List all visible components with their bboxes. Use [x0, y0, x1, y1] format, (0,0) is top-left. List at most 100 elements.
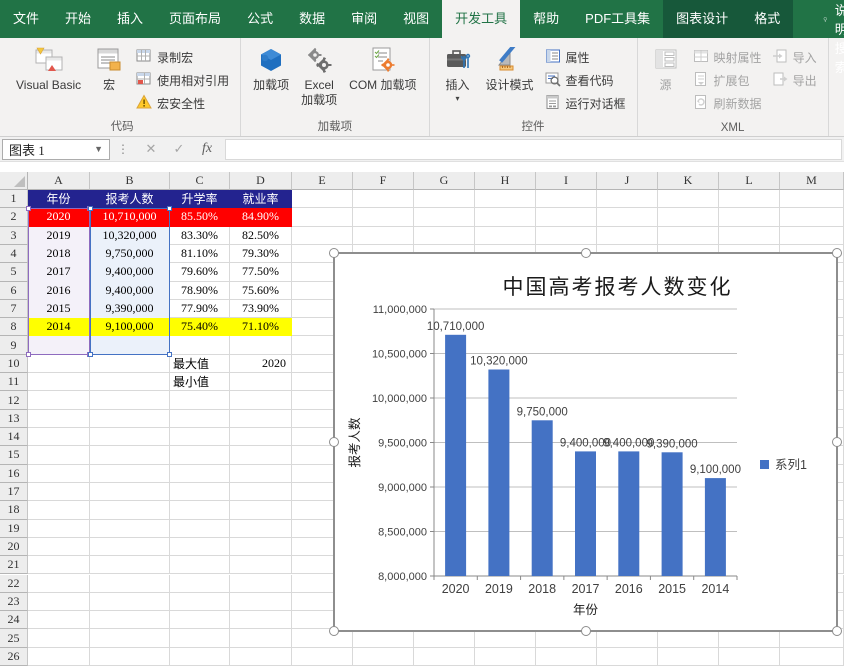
cell-F2[interactable]: [353, 208, 414, 226]
cell-H1[interactable]: [475, 190, 536, 208]
ribbon-tab-PDF工具集[interactable]: PDF工具集: [572, 0, 663, 38]
cell-A1[interactable]: 年份: [28, 190, 90, 208]
cell-A5[interactable]: 2017: [28, 263, 90, 281]
name-box-dropdown-icon[interactable]: ▼: [94, 144, 103, 154]
row-header-25[interactable]: 25: [0, 629, 28, 647]
properties-button[interactable]: 属性: [542, 47, 629, 67]
row-header-21[interactable]: 21: [0, 556, 28, 574]
row-header-22[interactable]: 22: [0, 575, 28, 593]
cell-G3[interactable]: [414, 227, 475, 245]
visual-basic-button[interactable]: Visual Basic: [11, 41, 86, 95]
tell-me-search[interactable]: 操作说明搜索: [813, 0, 844, 38]
col-header-B[interactable]: B: [90, 172, 170, 190]
row-header-1[interactable]: 1: [0, 190, 28, 208]
cell-D22[interactable]: [230, 575, 292, 593]
cell-L26[interactable]: [719, 648, 780, 666]
addins-button[interactable]: 加载项: [248, 41, 294, 95]
y-axis-title[interactable]: 报考人数: [347, 417, 362, 468]
com-addins-button[interactable]: COM 加载项: [344, 41, 421, 95]
cell-D4[interactable]: 79.30%: [230, 245, 292, 263]
cell-H26[interactable]: [475, 648, 536, 666]
insert-function-icon[interactable]: fx: [193, 141, 221, 157]
cell-M2[interactable]: [780, 208, 844, 226]
run-dialog-button[interactable]: 运行对话框: [542, 93, 629, 113]
row-header-16[interactable]: 16: [0, 465, 28, 483]
cell-A6[interactable]: 2016: [28, 282, 90, 300]
x-axis-title[interactable]: 年份: [573, 603, 599, 617]
formula-input[interactable]: [225, 139, 842, 160]
ribbon-tab-插入[interactable]: 插入: [104, 0, 156, 38]
cell-B4[interactable]: 9,750,000: [90, 245, 170, 263]
cell-K3[interactable]: [658, 227, 719, 245]
cell-D18[interactable]: [230, 501, 292, 519]
relative-references-button[interactable]: 使用相对引用: [133, 70, 232, 90]
cell-C8[interactable]: 75.40%: [170, 318, 230, 336]
cell-A14[interactable]: [28, 428, 90, 446]
cell-A18[interactable]: [28, 501, 90, 519]
cell-J2[interactable]: [597, 208, 658, 226]
design-mode-button[interactable]: 设计模式: [481, 41, 539, 95]
cell-A15[interactable]: [28, 446, 90, 464]
record-macro-button[interactable]: 录制宏: [133, 47, 232, 67]
col-header-C[interactable]: C: [170, 172, 230, 190]
row-header-8[interactable]: 8: [0, 318, 28, 336]
col-header-K[interactable]: K: [658, 172, 719, 190]
cell-F26[interactable]: [353, 648, 414, 666]
cell-A3[interactable]: 2019: [28, 227, 90, 245]
cell-C19[interactable]: [170, 520, 230, 538]
cell-B19[interactable]: [90, 520, 170, 538]
chart-resize-handle[interactable]: [581, 626, 591, 636]
row-header-14[interactable]: 14: [0, 428, 28, 446]
row-header-24[interactable]: 24: [0, 611, 28, 629]
chart-resize-handle[interactable]: [581, 248, 591, 258]
data-label-2014[interactable]: 9,100,000: [690, 464, 741, 476]
ribbon-tab-图表设计[interactable]: 图表设计: [663, 0, 741, 38]
cell-C14[interactable]: [170, 428, 230, 446]
cell-C17[interactable]: [170, 483, 230, 501]
data-label-2015[interactable]: 9,390,000: [647, 438, 698, 450]
row-header-3[interactable]: 3: [0, 227, 28, 245]
cell-C10[interactable]: 最大值: [170, 355, 230, 373]
bar-2019[interactable]: [488, 370, 509, 577]
cell-B14[interactable]: [90, 428, 170, 446]
ribbon-tab-格式[interactable]: 格式: [741, 0, 793, 38]
cell-C3[interactable]: 83.30%: [170, 227, 230, 245]
cell-G2[interactable]: [414, 208, 475, 226]
cell-D23[interactable]: [230, 593, 292, 611]
cell-M1[interactable]: [780, 190, 844, 208]
cancel-icon[interactable]: ✕: [137, 141, 165, 157]
row-header-19[interactable]: 19: [0, 520, 28, 538]
cell-C11[interactable]: 最小值: [170, 373, 230, 391]
cell-D14[interactable]: [230, 428, 292, 446]
cell-C15[interactable]: [170, 446, 230, 464]
cell-D5[interactable]: 77.50%: [230, 263, 292, 281]
row-header-11[interactable]: 11: [0, 373, 28, 391]
row-header-9[interactable]: 9: [0, 336, 28, 354]
cell-D19[interactable]: [230, 520, 292, 538]
chart-resize-handle[interactable]: [329, 626, 339, 636]
cell-L2[interactable]: [719, 208, 780, 226]
ribbon-tab-审阅[interactable]: 审阅: [338, 0, 390, 38]
cell-C22[interactable]: [170, 575, 230, 593]
cell-J3[interactable]: [597, 227, 658, 245]
bar-2020[interactable]: [445, 335, 466, 576]
macros-button[interactable]: 宏: [88, 41, 130, 95]
col-header-D[interactable]: D: [230, 172, 292, 190]
cell-B7[interactable]: 9,390,000: [90, 300, 170, 318]
row-header-13[interactable]: 13: [0, 410, 28, 428]
cell-A20[interactable]: [28, 538, 90, 556]
cell-D7[interactable]: 73.90%: [230, 300, 292, 318]
excel-addins-button[interactable]: Excel 加载项: [296, 41, 342, 110]
cell-B21[interactable]: [90, 556, 170, 574]
cell-C23[interactable]: [170, 593, 230, 611]
chart-resize-handle[interactable]: [329, 437, 339, 447]
cell-C7[interactable]: 77.90%: [170, 300, 230, 318]
cell-C20[interactable]: [170, 538, 230, 556]
cell-M26[interactable]: [780, 648, 844, 666]
cell-D6[interactable]: 75.60%: [230, 282, 292, 300]
row-header-15[interactable]: 15: [0, 446, 28, 464]
cell-A7[interactable]: 2015: [28, 300, 90, 318]
cell-A16[interactable]: [28, 465, 90, 483]
cell-C6[interactable]: 78.90%: [170, 282, 230, 300]
cell-C12[interactable]: [170, 391, 230, 409]
